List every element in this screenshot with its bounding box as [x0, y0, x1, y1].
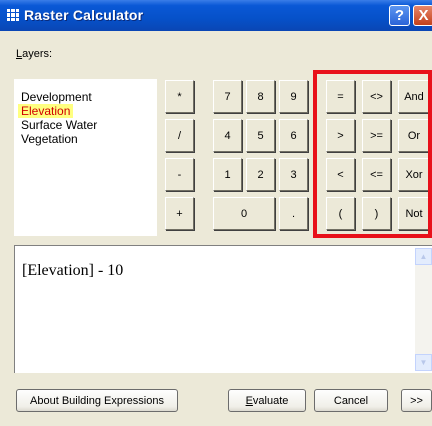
layer-item-surface-water[interactable]: Surface Water: [18, 118, 100, 132]
calculator-grid-icon: [7, 9, 19, 21]
digit-2-button[interactable]: 2: [246, 158, 275, 191]
evaluate-button[interactable]: Evaluate: [228, 389, 306, 412]
layers-label: Layers:: [16, 48, 52, 60]
layers-list[interactable]: Development Elevation Surface Water Vege…: [14, 79, 157, 236]
help-button[interactable]: ?: [389, 5, 410, 26]
scroll-up-icon[interactable]: ▲: [415, 248, 432, 265]
digit-9-button[interactable]: 9: [279, 80, 308, 113]
more-options-button[interactable]: >>: [401, 389, 432, 412]
divide-button[interactable]: /: [165, 119, 194, 152]
expression-text: [Elevation] - 10: [22, 262, 124, 279]
digit-3-button[interactable]: 3: [279, 158, 308, 191]
layer-item-vegetation[interactable]: Vegetation: [18, 132, 81, 146]
expression-field[interactable]: [Elevation] - 10: [14, 245, 432, 373]
highlight-annotation-box: [313, 70, 432, 238]
digit-7-button[interactable]: 7: [213, 80, 242, 113]
layer-item-elevation[interactable]: Elevation: [18, 104, 74, 118]
title-bar[interactable]: Raster Calculator ? X: [0, 0, 432, 31]
close-button[interactable]: X: [413, 5, 432, 26]
multiply-button[interactable]: *: [165, 80, 194, 113]
digit-5-button[interactable]: 5: [246, 119, 275, 152]
add-button[interactable]: +: [165, 197, 194, 230]
digit-0-button[interactable]: 0: [213, 197, 275, 230]
evaluate-label: valuate: [252, 394, 289, 407]
expression-scrollbar[interactable]: ▲ ▼: [415, 248, 432, 371]
scroll-down-icon[interactable]: ▼: [415, 354, 432, 371]
digit-1-button[interactable]: 1: [213, 158, 242, 191]
about-building-expressions-button[interactable]: About Building Expressions: [16, 389, 178, 412]
cancel-button[interactable]: Cancel: [314, 389, 388, 412]
digit-6-button[interactable]: 6: [279, 119, 308, 152]
decimal-button[interactable]: .: [279, 197, 308, 230]
window-title: Raster Calculator: [24, 7, 144, 23]
subtract-button[interactable]: -: [165, 158, 194, 191]
digit-4-button[interactable]: 4: [213, 119, 242, 152]
evaluate-mnemonic: E: [245, 394, 253, 407]
layer-item-development[interactable]: Development: [18, 90, 95, 104]
layers-label-text: ayers:: [22, 48, 53, 60]
digit-8-button[interactable]: 8: [246, 80, 275, 113]
